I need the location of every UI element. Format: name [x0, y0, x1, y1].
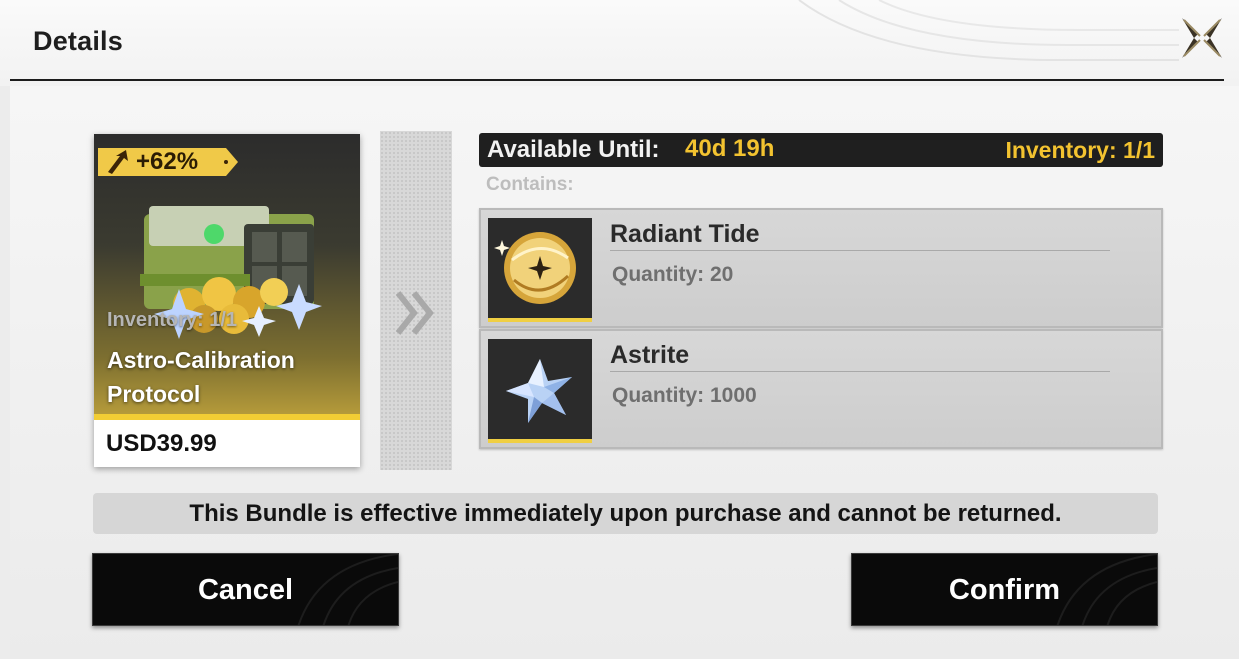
header-divider [10, 79, 1224, 81]
purchase-notice: This Bundle is effective immediately upo… [93, 493, 1158, 534]
header-decoration [798, 0, 1179, 61]
item-quantity: Quantity: 20 [612, 263, 734, 286]
bundle-price: USD39.99 [106, 430, 217, 457]
contains-label: Contains: [486, 174, 574, 195]
item-icon-frame [488, 218, 592, 322]
item-icon-frame [488, 339, 592, 443]
list-item[interactable]: Radiant Tide Quantity: 20 [479, 208, 1163, 328]
radiant-tide-icon [488, 218, 592, 318]
item-name: Astrite [610, 341, 690, 369]
bundle-inventory: Inventory: 1/1 [107, 309, 238, 331]
bundle-name: Astro-Calibration Protocol [107, 347, 295, 407]
bonus-percentage: +62% [136, 148, 199, 175]
close-button[interactable] [1176, 12, 1228, 64]
astrite-icon [488, 339, 592, 439]
item-divider [610, 371, 1110, 372]
double-chevron-right-icon [396, 291, 434, 335]
close-icon [1182, 18, 1222, 58]
bundle-card[interactable]: +62% Inventory: 1/1 Astro-Calibration Pr… [94, 134, 360, 467]
availability-inventory: Inventory: 1/1 [1005, 137, 1155, 163]
dialog-header: Details [0, 0, 1239, 86]
item-quantity: Quantity: 1000 [612, 384, 757, 407]
bundle-highlight-strip [94, 414, 360, 420]
cancel-button[interactable]: Cancel [92, 553, 399, 626]
availability-label: Available Until: [487, 136, 660, 163]
item-divider [610, 250, 1110, 251]
arrow-column [380, 131, 452, 470]
confirm-button[interactable]: Confirm [851, 553, 1158, 626]
bundle-image: +62% Inventory: 1/1 Astro-Calibration Pr… [94, 134, 360, 414]
page-title: Details [33, 26, 123, 56]
list-item[interactable]: Astrite Quantity: 1000 [479, 329, 1163, 449]
cancel-button-label: Cancel [197, 574, 294, 606]
item-name: Radiant Tide [610, 220, 760, 248]
availability-bar: Available Until: 40d 19h Inventory: 1/1 [479, 133, 1163, 167]
availability-value: 40d 19h [685, 135, 775, 162]
confirm-button-label: Confirm [948, 574, 1061, 606]
